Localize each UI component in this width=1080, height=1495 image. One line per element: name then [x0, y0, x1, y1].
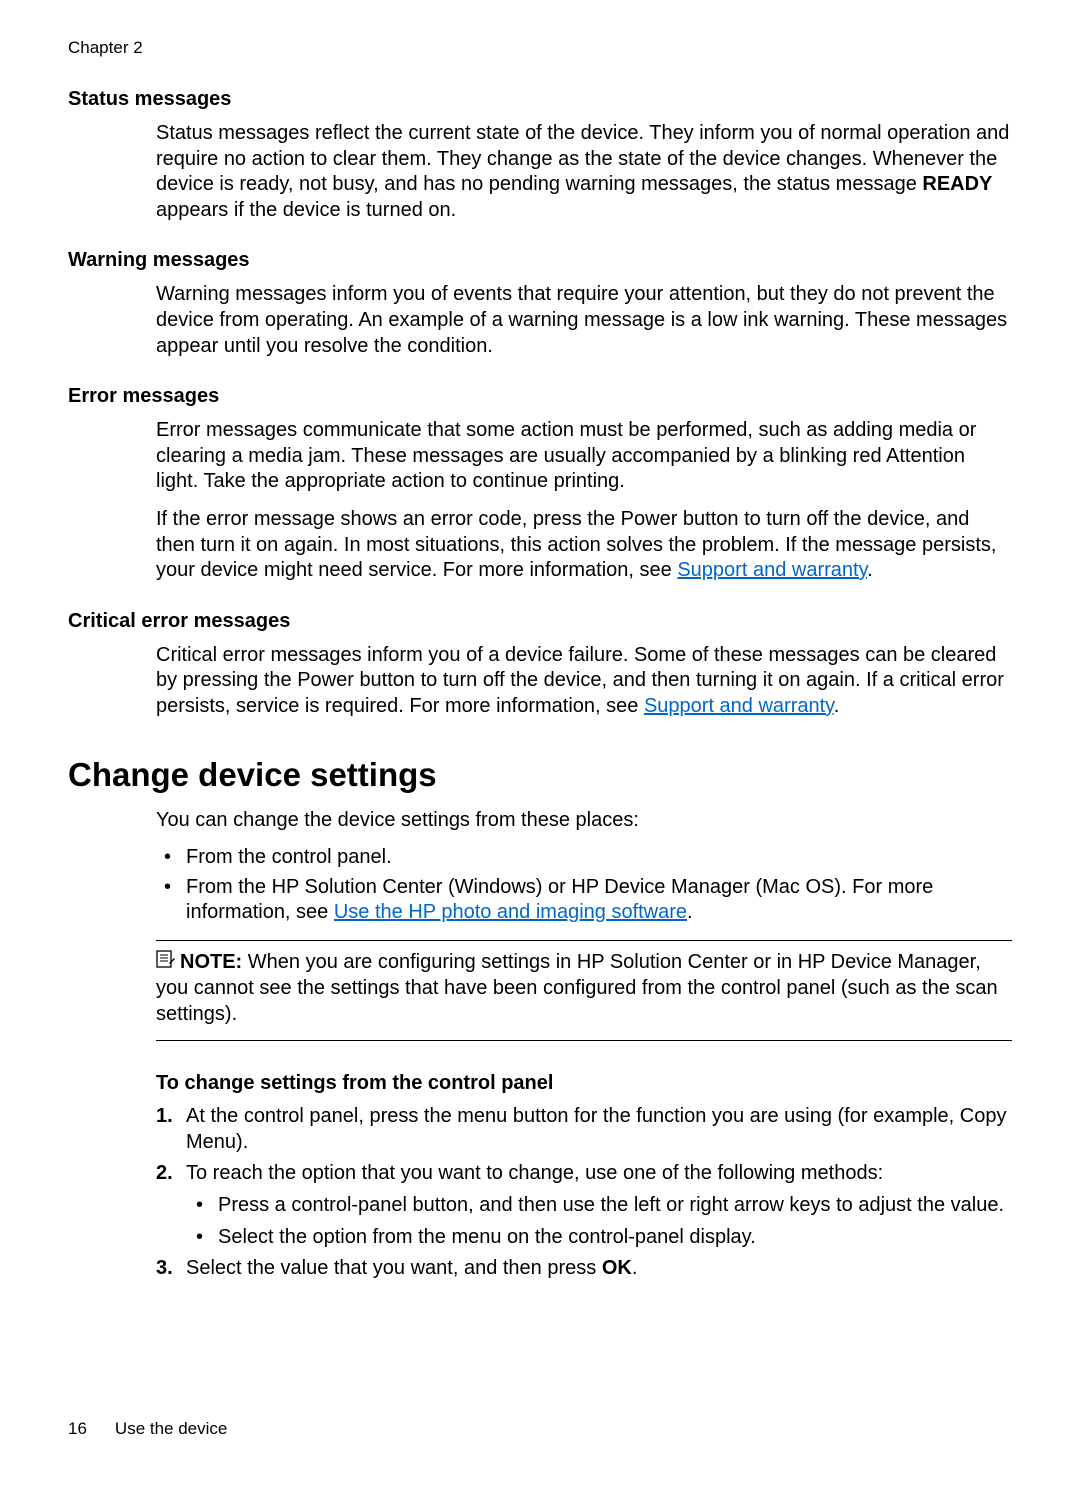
note-label: NOTE:	[180, 951, 242, 973]
footer-title: Use the device	[115, 1419, 227, 1438]
bullet2-text-b: .	[687, 901, 693, 923]
error-messages-section: Error messages Error messages communicat…	[68, 385, 1012, 584]
warning-messages-section: Warning messages Warning messages inform…	[68, 249, 1012, 359]
error-para-2: If the error message shows an error code…	[156, 507, 1012, 584]
step-2-sub-list: Press a control-panel button, and then u…	[186, 1193, 1012, 1250]
step-2: To reach the option that you want to cha…	[156, 1161, 1012, 1250]
status-body: Status messages reflect the current stat…	[68, 121, 1012, 223]
step-3-text-a: Select the value that you want, and then…	[186, 1257, 602, 1279]
critical-error-section: Critical error messages Critical error m…	[68, 610, 1012, 720]
step-3-text-b: .	[632, 1257, 638, 1279]
step-3: Select the value that you want, and then…	[156, 1256, 1012, 1282]
page-footer: 16 Use the device	[68, 1419, 227, 1439]
error-text-2b: .	[867, 559, 873, 581]
ready-label: READY	[922, 173, 992, 195]
critical-text-a: Critical error messages inform you of a …	[156, 644, 1004, 717]
ok-label: OK	[602, 1257, 632, 1279]
warning-body: Warning messages inform you of events th…	[68, 282, 1012, 359]
note-box: NOTE: When you are configuring settings …	[156, 940, 1012, 1041]
note-icon	[156, 949, 176, 977]
status-heading: Status messages	[68, 88, 1012, 111]
document-page: Chapter 2 Status messages Status message…	[0, 0, 1080, 1282]
step-2-text: To reach the option that you want to cha…	[186, 1162, 883, 1184]
steps-list: At the control panel, press the menu but…	[156, 1104, 1012, 1282]
support-warranty-link-2[interactable]: Support and warranty	[644, 695, 834, 717]
critical-body: Critical error messages inform you of a …	[68, 643, 1012, 720]
change-settings-body: You can change the device settings from …	[68, 808, 1012, 1282]
step-1: At the control panel, press the menu but…	[156, 1104, 1012, 1155]
status-body-text-1: Status messages reflect the current stat…	[156, 122, 1009, 195]
change-device-settings-heading: Change device settings	[68, 756, 1012, 794]
control-panel-sub-heading: To change settings from the control pane…	[156, 1071, 1012, 1097]
status-body-text-2: appears if the device is turned on.	[156, 199, 456, 221]
hp-photo-imaging-link[interactable]: Use the HP photo and imaging software	[334, 901, 687, 923]
error-heading: Error messages	[68, 385, 1012, 408]
bullet-item-2: From the HP Solution Center (Windows) or…	[156, 875, 1012, 926]
warning-heading: Warning messages	[68, 249, 1012, 272]
page-number: 16	[68, 1419, 87, 1439]
step-2-sub-1: Press a control-panel button, and then u…	[186, 1193, 1012, 1219]
error-para-1: Error messages communicate that some act…	[156, 418, 1012, 495]
error-body: Error messages communicate that some act…	[68, 418, 1012, 584]
bullet-item-1: From the control panel.	[156, 845, 1012, 871]
critical-text-b: .	[834, 695, 840, 717]
note-body-text: When you are configuring settings in HP …	[156, 951, 998, 1025]
change-intro: You can change the device settings from …	[156, 808, 1012, 834]
support-warranty-link[interactable]: Support and warranty	[677, 559, 867, 581]
chapter-label: Chapter 2	[68, 38, 1012, 58]
change-bullets: From the control panel. From the HP Solu…	[156, 845, 1012, 926]
step-2-sub-2: Select the option from the menu on the c…	[186, 1225, 1012, 1251]
status-messages-section: Status messages Status messages reflect …	[68, 88, 1012, 223]
critical-heading: Critical error messages	[68, 610, 1012, 633]
